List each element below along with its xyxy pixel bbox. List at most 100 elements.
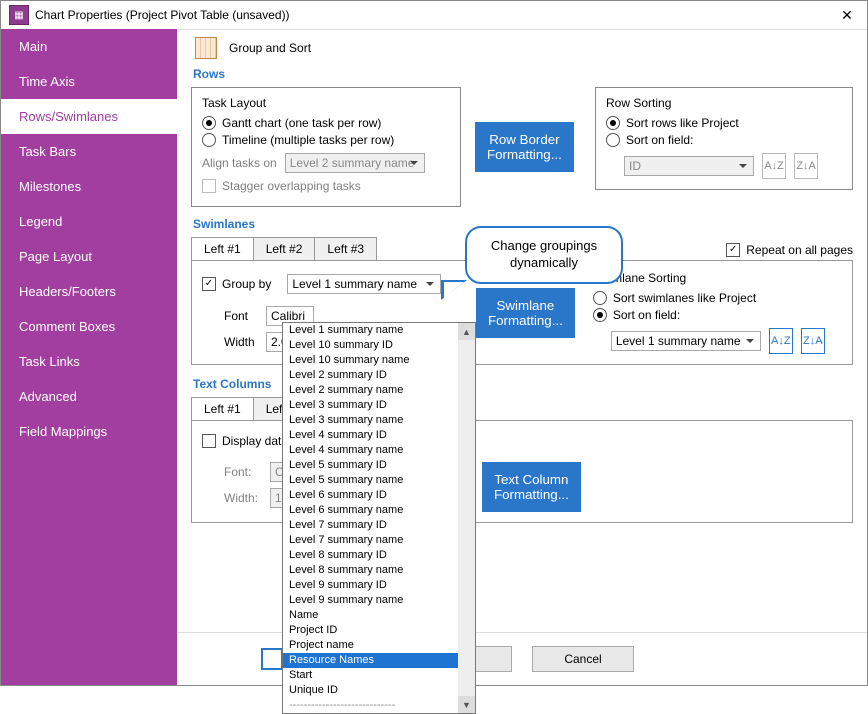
cancel-button[interactable]: Cancel xyxy=(532,646,634,672)
radio-sort-on-field-label: Sort on field: xyxy=(626,133,693,147)
dropdown-option[interactable]: Resource Names xyxy=(283,653,475,668)
dropdown-scrollbar[interactable]: ▲ ▼ xyxy=(458,323,475,713)
sidebar-item-main[interactable]: Main xyxy=(1,29,177,64)
swim-sort-field-dropdown[interactable]: Level 1 summary name xyxy=(611,331,761,351)
app-icon: ▦ xyxy=(9,5,29,25)
dropdown-option[interactable]: Level 7 summary name xyxy=(283,533,475,548)
sidebar-item-advanced[interactable]: Advanced xyxy=(1,379,177,414)
dropdown-option[interactable]: Level 4 summary name xyxy=(283,443,475,458)
annotation-callout: Change groupings dynamically xyxy=(465,226,623,284)
sidebar-item-milestones[interactable]: Milestones xyxy=(1,169,177,204)
radio-swim-on-field[interactable]: Sort on field: xyxy=(593,308,842,322)
swimlane-formatting-button[interactable]: Swimlane Formatting... xyxy=(476,288,575,338)
callout-tail-icon xyxy=(441,280,467,300)
dropdown-option[interactable]: Level 5 summary ID xyxy=(283,458,475,473)
dropdown-separator: ----------------------------- xyxy=(283,698,475,713)
dropdown-option[interactable]: Level 5 summary name xyxy=(283,473,475,488)
group-by-dropdown[interactable]: Level 1 summary name xyxy=(287,274,441,294)
repeat-label: Repeat on all pages xyxy=(746,243,853,257)
task-layout-group: Task Layout Gantt chart (one task per ro… xyxy=(191,87,461,207)
row-sort-field-dropdown: ID xyxy=(624,156,754,176)
dropdown-option[interactable]: Level 4 summary ID xyxy=(283,428,475,443)
dialog-footer: Cancel xyxy=(177,632,867,685)
stagger-label: Stagger overlapping tasks xyxy=(222,179,361,193)
group-by-label: Group by xyxy=(222,277,271,291)
dropdown-option[interactable]: Level 2 summary ID xyxy=(283,368,475,383)
sidebar-item-task-links[interactable]: Task Links xyxy=(1,344,177,379)
radio-gantt-label: Gantt chart (one task per row) xyxy=(222,116,381,130)
close-button[interactable]: ✕ xyxy=(827,1,867,29)
sidebar-item-comment-boxes[interactable]: Comment Boxes xyxy=(1,309,177,344)
scroll-up-arrow[interactable]: ▲ xyxy=(458,323,475,340)
sort-asc-icon: A↓Z xyxy=(762,153,786,179)
align-tasks-dropdown: Level 2 summary name xyxy=(285,153,425,173)
sidebar-item-legend[interactable]: Legend xyxy=(1,204,177,239)
swim-width-label: Width xyxy=(224,335,258,349)
dropdown-option[interactable]: Level 10 summary ID xyxy=(283,338,475,353)
sidebar-item-time-axis[interactable]: Time Axis xyxy=(1,64,177,99)
sort-desc-icon: Z↓A xyxy=(794,153,818,179)
dropdown-option[interactable]: Level 9 summary name xyxy=(283,593,475,608)
dropdown-option[interactable]: Level 6 summary ID xyxy=(283,488,475,503)
tc-width-label: Width: xyxy=(224,491,262,505)
dialog-window: ▦ Chart Properties (Project Pivot Table … xyxy=(0,0,868,686)
callout-text: Change groupings dynamically xyxy=(465,226,623,284)
group-by-dropdown-list[interactable]: Level 1 summary nameLevel 10 summary IDL… xyxy=(282,322,476,714)
dropdown-option[interactable]: Level 7 summary ID xyxy=(283,518,475,533)
display-data-label: Display data xyxy=(222,434,288,448)
radio-swim-like-project[interactable]: Sort swimlanes like Project xyxy=(593,291,842,305)
dropdown-option[interactable]: Level 9 summary ID xyxy=(283,578,475,593)
row-sorting-legend: Row Sorting xyxy=(606,96,842,110)
dropdown-option[interactable]: Level 2 summary name xyxy=(283,383,475,398)
swim-font-label: Font xyxy=(224,309,258,323)
window-title: Chart Properties (Project Pivot Table (u… xyxy=(35,8,827,22)
radio-gantt[interactable]: Gantt chart (one task per row) xyxy=(202,116,450,130)
tab-left-2[interactable]: Left #2 xyxy=(253,237,316,260)
scroll-down-arrow[interactable]: ▼ xyxy=(458,696,475,713)
radio-timeline-label: Timeline (multiple tasks per row) xyxy=(222,133,394,147)
sidebar: Main Time Axis Rows/Swimlanes Task Bars … xyxy=(1,29,177,685)
content-area: Group and Sort Rows Task Layout Gantt ch… xyxy=(177,29,867,685)
row-sorting-group: Row Sorting Sort rows like Project Sort … xyxy=(595,87,853,190)
dropdown-option[interactable]: Level 3 summary name xyxy=(283,413,475,428)
radio-sort-on-field[interactable]: Sort on field: xyxy=(606,133,842,147)
dropdown-option[interactable]: Start xyxy=(283,668,475,683)
dropdown-option[interactable]: Level 1 summary name xyxy=(283,323,475,338)
dropdown-option[interactable]: Level 10 summary name xyxy=(283,353,475,368)
page-title: Group and Sort xyxy=(229,41,311,55)
group-by-checkbox[interactable]: ✓ Group by Level 1 summary name xyxy=(202,274,462,294)
sidebar-item-page-layout[interactable]: Page Layout xyxy=(1,239,177,274)
tab-left-1[interactable]: Left #1 xyxy=(191,237,254,260)
radio-sort-like-project[interactable]: Sort rows like Project xyxy=(606,116,842,130)
swim-sort-asc-button[interactable]: A↓Z xyxy=(769,328,793,354)
row-border-formatting-button[interactable]: Row Border Formatting... xyxy=(475,122,574,172)
dropdown-option[interactable]: Level 6 summary name xyxy=(283,503,475,518)
text-column-formatting-button[interactable]: Text Column Formatting... xyxy=(482,462,581,512)
align-tasks-label: Align tasks on xyxy=(202,156,277,170)
rows-section-title: Rows xyxy=(193,67,853,81)
dropdown-option[interactable]: Project ID xyxy=(283,623,475,638)
sidebar-item-field-mappings[interactable]: Field Mappings xyxy=(1,414,177,449)
dropdown-option[interactable]: Level 8 summary ID xyxy=(283,548,475,563)
sidebar-item-headers-footers[interactable]: Headers/Footers xyxy=(1,274,177,309)
radio-swim-like-project-label: Sort swimlanes like Project xyxy=(613,291,756,305)
titlebar: ▦ Chart Properties (Project Pivot Table … xyxy=(1,1,867,30)
sidebar-item-task-bars[interactable]: Task Bars xyxy=(1,134,177,169)
dropdown-option[interactable]: Level 8 summary name xyxy=(283,563,475,578)
tab-left-3[interactable]: Left #3 xyxy=(314,237,377,260)
task-layout-legend: Task Layout xyxy=(202,96,450,110)
swimlane-tabs: Left #1 Left #2 Left #3 xyxy=(191,237,376,260)
radio-sort-like-project-label: Sort rows like Project xyxy=(626,116,739,130)
page-icon xyxy=(195,37,217,59)
tc-tab-left-1[interactable]: Left #1 xyxy=(191,397,254,420)
radio-timeline[interactable]: Timeline (multiple tasks per row) xyxy=(202,133,450,147)
sidebar-item-rows-swimlanes[interactable]: Rows/Swimlanes xyxy=(1,99,177,134)
dropdown-option[interactable]: Project name xyxy=(283,638,475,653)
repeat-on-all-pages-checkbox[interactable]: ✓ Repeat on all pages xyxy=(726,243,853,257)
dropdown-option[interactable]: Level 3 summary ID xyxy=(283,398,475,413)
stagger-checkbox: Stagger overlapping tasks xyxy=(202,179,450,193)
dropdown-option[interactable]: Unique ID xyxy=(283,683,475,698)
dropdown-option[interactable]: Name xyxy=(283,608,475,623)
swim-sort-desc-button[interactable]: Z↓A xyxy=(801,328,825,354)
radio-swim-on-field-label: Sort on field: xyxy=(613,308,680,322)
